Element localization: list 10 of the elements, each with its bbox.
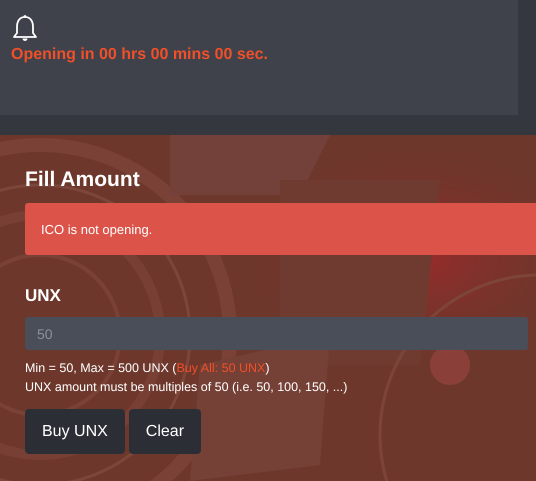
countdown-text: Opening in 00 hrs 00 mins 00 sec. [11, 46, 269, 64]
amount-field[interactable]: 50 [25, 317, 528, 350]
field-label: UNX [25, 286, 62, 306]
clear-button[interactable]: Clear [128, 409, 202, 454]
rule-text: UNX amount must be multiples of 50 (i.e. 50, 100, 150, ...) [25, 379, 348, 396]
section-title: Fill Amount [25, 167, 141, 193]
buy-button[interactable]: Buy UNX [25, 409, 125, 454]
limits-text: Min = 50, Max = 500 UNX (Buy All: 50 UNX) [25, 360, 271, 377]
alert-message: ICO is not opening. [41, 222, 152, 236]
bell-icon [12, 14, 38, 42]
